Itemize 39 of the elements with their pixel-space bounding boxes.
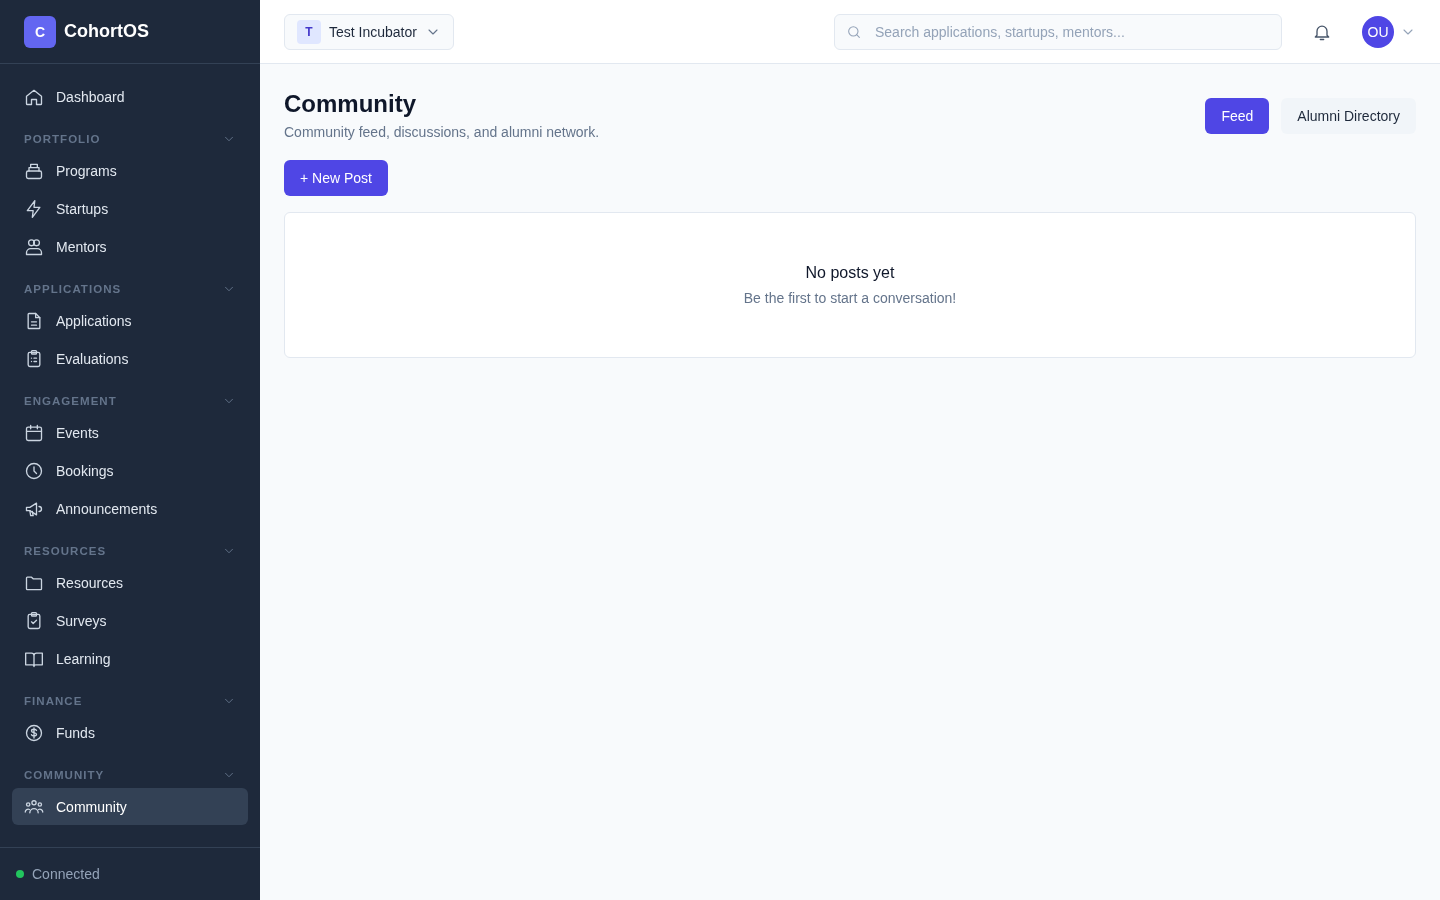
section-title: COMMUNITY: [24, 769, 105, 781]
nav-item[interactable]: Evaluations: [12, 340, 248, 377]
dollar-coin-icon: [24, 722, 44, 743]
empty-title: No posts yet: [805, 264, 895, 282]
nav-item[interactable]: Bookings: [12, 452, 248, 489]
user-avatar[interactable]: OU: [1362, 15, 1394, 48]
section-title: ENGAGEMENT: [24, 395, 117, 407]
nav-item[interactable]: Startups: [12, 190, 248, 227]
section-title: RESOURCES: [24, 545, 107, 557]
app-name: CohortOS: [64, 21, 149, 42]
nav-item[interactable]: Programs: [12, 152, 248, 189]
search-field[interactable]: Search applications, startups, mentors...: [834, 13, 1282, 50]
section-title: FINANCE: [24, 695, 83, 707]
section-title: APPLICATIONS: [24, 283, 122, 295]
calendar-icon: [24, 422, 44, 443]
workspace-initial: T: [297, 19, 321, 44]
section-title: PORTFOLIO: [24, 133, 101, 145]
nav-item[interactable]: Applications: [12, 302, 248, 339]
tab[interactable]: Alumni Directory: [1281, 98, 1416, 134]
nav-item[interactable]: Funds: [12, 714, 248, 751]
workspace-selector[interactable]: T Test Incubator: [284, 13, 454, 50]
nav-item[interactable]: Community: [12, 788, 248, 825]
nav-item[interactable]: Learning: [12, 640, 248, 677]
search-icon: [846, 23, 862, 40]
page-subtitle: Community feed, discussions, and alumni network.: [284, 124, 600, 140]
new-post-button[interactable]: + New Post: [284, 160, 388, 196]
nav-item[interactable]: Events: [12, 414, 248, 451]
nav-item[interactable]: Mentors: [12, 228, 248, 265]
nav-item[interactable]: Surveys: [12, 602, 248, 639]
nav-item[interactable]: Resources: [12, 564, 248, 601]
nav-item[interactable]: Announcements: [12, 490, 248, 527]
people-icon: [24, 236, 44, 257]
tab[interactable]: Feed: [1205, 98, 1270, 134]
connection-status: Connected: [32, 866, 100, 882]
empty-message: Be the first to start a conversation!: [743, 290, 957, 306]
nav-item[interactable]: Dashboard: [12, 78, 248, 115]
clock-icon: [24, 460, 44, 481]
page-title: Community: [284, 90, 417, 118]
logo-icon: C: [24, 15, 56, 48]
